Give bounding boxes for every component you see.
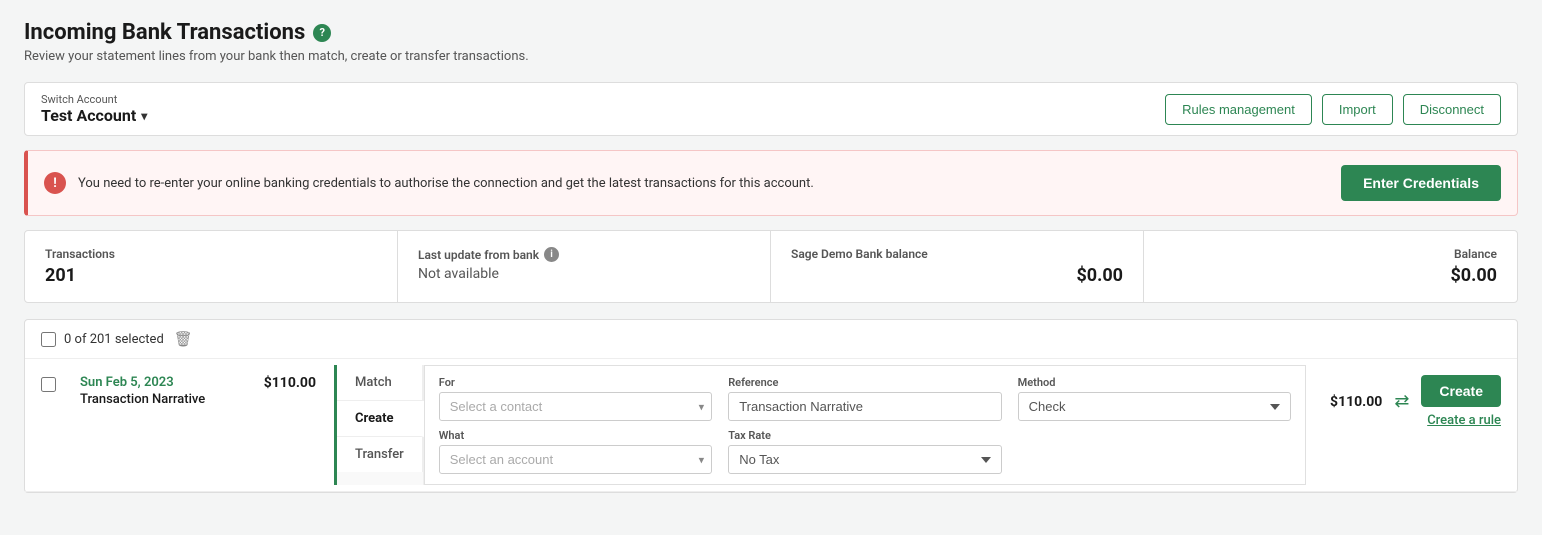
- txn-info-col: Sun Feb 5, 2023 Transaction Narrative: [68, 359, 248, 423]
- match-tab[interactable]: Match: [337, 365, 423, 401]
- stat-balance-label: Balance: [1164, 247, 1497, 261]
- help-icon[interactable]: ?: [313, 24, 331, 42]
- account-name: Test Account: [41, 106, 136, 125]
- switch-account-label: Switch Account: [41, 93, 147, 106]
- txn-right-col: $110.00 ⇄ Create Create a rule: [1314, 359, 1517, 444]
- method-select[interactable]: Check Cash Card Bank Transfer: [1018, 392, 1291, 421]
- transfer-tab[interactable]: Transfer: [337, 437, 423, 472]
- txn-right-amount: $110.00: [1330, 394, 1382, 410]
- for-label: For: [439, 376, 712, 389]
- action-panel: Match Create Transfer For ▾: [334, 365, 1306, 485]
- what-input[interactable]: [439, 445, 712, 474]
- stat-balance-value: $0.00: [1164, 265, 1497, 286]
- stat-balance: Balance $0.00: [1144, 231, 1517, 302]
- create-form: For ▾ Reference Method: [424, 365, 1306, 485]
- switch-account-button[interactable]: Switch Account Test Account ▾: [41, 93, 147, 125]
- page-title: Incoming Bank Transactions: [24, 20, 305, 45]
- method-label: Method: [1018, 376, 1291, 389]
- tax-rate-field-group: Tax Rate No Tax Tax Exempt GST on Income: [728, 429, 1001, 474]
- stat-transactions-value: 201: [45, 265, 377, 286]
- for-field-group: For ▾: [439, 376, 712, 421]
- reference-label: Reference: [728, 376, 1001, 389]
- transfer-arrows-icon[interactable]: ⇄: [1394, 391, 1409, 412]
- alert-banner: ! You need to re-enter your online banki…: [24, 150, 1518, 216]
- last-update-info-icon[interactable]: i: [544, 247, 559, 262]
- stat-last-update: Last update from bank i Not available: [398, 231, 771, 302]
- table-row: Sun Feb 5, 2023 Transaction Narrative $1…: [25, 359, 1517, 492]
- stat-bank-balance-label: Sage Demo Bank balance: [791, 247, 1123, 261]
- account-name-row: Test Account ▾: [41, 106, 147, 125]
- chevron-down-icon: ▾: [141, 109, 147, 123]
- create-rule-link[interactable]: Create a rule: [1427, 413, 1501, 428]
- stat-transactions-label: Transactions: [45, 247, 377, 261]
- alert-left: ! You need to re-enter your online banki…: [44, 172, 814, 194]
- form-actions-col: [1018, 429, 1291, 474]
- stats-bar: Transactions 201 Last update from bank i…: [24, 230, 1518, 303]
- disconnect-button[interactable]: Disconnect: [1403, 94, 1501, 125]
- enter-credentials-button[interactable]: Enter Credentials: [1341, 165, 1501, 201]
- txn-narrative: Transaction Narrative: [80, 392, 236, 407]
- stat-transactions: Transactions 201: [25, 231, 398, 302]
- selection-count: 0 of 201 selected: [64, 332, 164, 347]
- reference-input[interactable]: [728, 392, 1001, 421]
- page-subtitle: Review your statement lines from your ba…: [24, 49, 1518, 64]
- account-bar-actions: Rules management Import Disconnect: [1165, 94, 1501, 125]
- create-tab[interactable]: Create: [337, 401, 424, 437]
- tax-rate-label: Tax Rate: [728, 429, 1001, 442]
- stat-bank-balance-value: $0.00: [791, 265, 1123, 286]
- rules-management-button[interactable]: Rules management: [1165, 94, 1312, 125]
- page-header: Incoming Bank Transactions ? Review your…: [24, 20, 1518, 64]
- alert-text: You need to re-enter your online banking…: [78, 176, 814, 191]
- stat-bank-balance: Sage Demo Bank balance $0.00: [771, 231, 1144, 302]
- stat-last-update-label: Last update from bank i: [418, 247, 750, 262]
- selection-bar: 0 of 201 selected 🗑: [25, 320, 1517, 359]
- import-button[interactable]: Import: [1322, 94, 1393, 125]
- tax-rate-select[interactable]: No Tax Tax Exempt GST on Income: [728, 445, 1001, 474]
- reference-field-group: Reference: [728, 376, 1001, 421]
- select-all-checkbox[interactable]: [41, 332, 56, 347]
- what-label: What: [439, 429, 712, 442]
- transactions-section: 0 of 201 selected 🗑 Sun Feb 5, 2023 Tran…: [24, 319, 1518, 493]
- action-tabs: Match Create Transfer: [337, 365, 424, 485]
- page-title-row: Incoming Bank Transactions ?: [24, 20, 1518, 45]
- what-field-group: What ▾: [439, 429, 712, 474]
- txn-checkbox-col: [25, 359, 68, 410]
- account-bar: Switch Account Test Account ▾ Rules mana…: [24, 82, 1518, 136]
- for-input[interactable]: [439, 392, 712, 421]
- delete-icon[interactable]: 🗑: [174, 330, 193, 348]
- txn-checkbox[interactable]: [41, 377, 56, 392]
- create-button[interactable]: Create: [1421, 375, 1501, 407]
- method-field-group: Method Check Cash Card Bank Transfer: [1018, 376, 1291, 421]
- alert-icon: !: [44, 172, 66, 194]
- page-container: Incoming Bank Transactions ? Review your…: [0, 0, 1542, 535]
- txn-amount: $110.00: [248, 359, 328, 407]
- stat-last-update-value: Not available: [418, 266, 750, 282]
- txn-date: Sun Feb 5, 2023: [80, 375, 236, 390]
